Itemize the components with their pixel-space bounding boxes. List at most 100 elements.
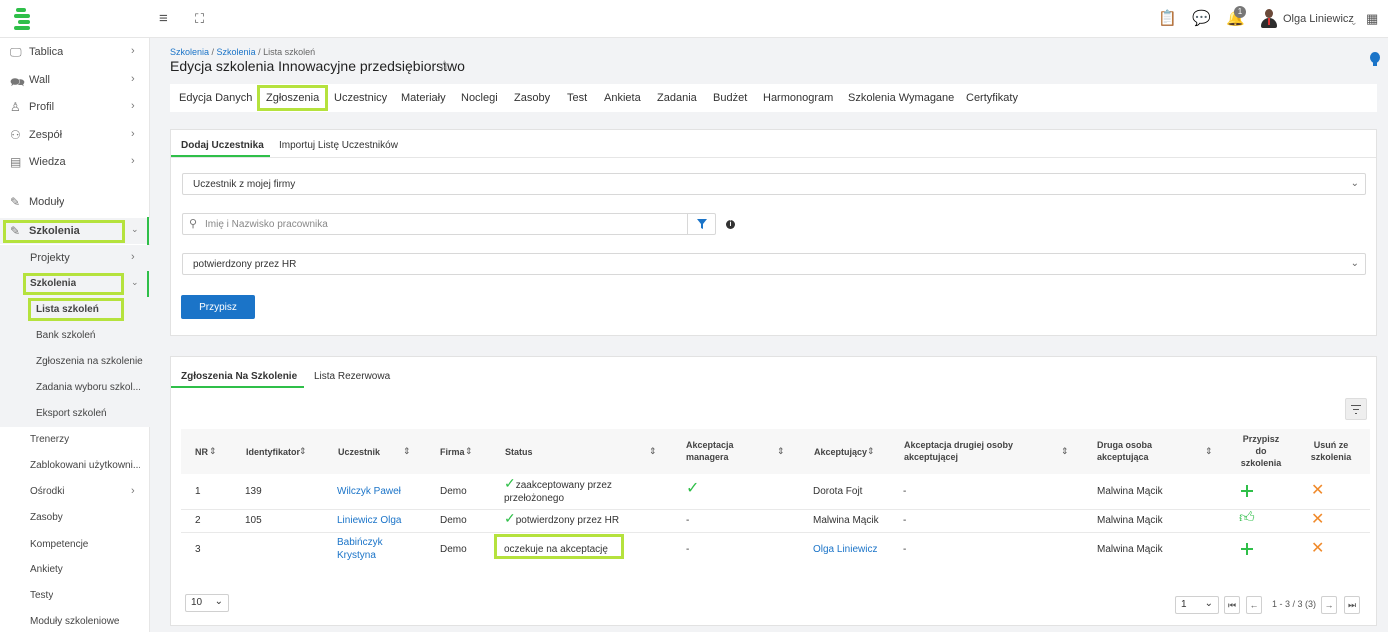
info-icon[interactable]: i <box>726 220 735 229</box>
employee-search[interactable]: ⚲ <box>182 213 716 235</box>
sidebar-item-zespol[interactable]: ⚇ Zespół › <box>0 122 150 148</box>
page-number-select[interactable]: 1 ⌄ <box>1175 596 1219 614</box>
col-akceptujacy[interactable]: Akceptujący <box>814 446 867 458</box>
tab-test[interactable]: Test <box>567 92 587 104</box>
sidebar-item-projekty[interactable]: Projekty › <box>0 245 150 271</box>
clipboard-icon[interactable]: 📋 <box>1158 10 1177 28</box>
page-size-select[interactable]: 10 ⌄ <box>185 594 229 612</box>
previous-page-icon[interactable]: ← <box>1246 596 1262 614</box>
sidebar-item-bank-szkolen[interactable]: Bank szkoleń <box>0 323 150 349</box>
app-logo-icon[interactable] <box>12 6 36 32</box>
tab-ankieta[interactable]: Ankieta <box>604 92 641 104</box>
tab-harmonogram[interactable]: Harmonogram <box>763 92 833 104</box>
tab-edycja-danych[interactable]: Edycja Danych <box>179 92 252 104</box>
sort-icon[interactable]: ⇕ <box>649 446 657 457</box>
sidebar-item-testy[interactable]: Testy <box>0 583 150 609</box>
tab-budzet[interactable]: Budżet <box>713 92 747 104</box>
thumbs-up-icon[interactable]: 👍︎ <box>1239 510 1255 525</box>
assign-button[interactable]: Przypisz <box>181 295 255 319</box>
col-nr[interactable]: NR <box>195 446 208 458</box>
next-page-icon[interactable]: → <box>1321 596 1337 614</box>
participant-link[interactable]: Wilczyk Paweł <box>337 485 401 498</box>
participant-source-select[interactable]: Uczestnik z mojej firmy ⌄ <box>182 173 1366 195</box>
sort-icon[interactable]: ⇕ <box>777 446 785 457</box>
tab-noclegi[interactable]: Noclegi <box>461 92 498 104</box>
breadcrumb-link[interactable]: Szkolenia <box>170 47 209 57</box>
sort-icon[interactable]: ⇕ <box>1205 446 1213 457</box>
close-icon[interactable]: ✕ <box>1311 483 1324 499</box>
tab-certyfikaty[interactable]: Certyfikaty <box>966 92 1018 104</box>
filter-button[interactable] <box>687 214 715 234</box>
first-page-icon[interactable]: ⏮ <box>1224 596 1240 614</box>
col-uczestnik[interactable]: Uczestnik <box>338 446 380 458</box>
acceptor-link[interactable]: Olga Liniewicz <box>813 543 877 556</box>
tab-zasoby[interactable]: Zasoby <box>514 92 550 104</box>
sidebar-item-trenerzy[interactable]: Trenerzy <box>0 427 150 453</box>
plus-icon[interactable] <box>1241 543 1253 555</box>
search-input[interactable] <box>205 217 685 231</box>
user-dropdown-icon[interactable]: ⌄ <box>1350 13 1358 31</box>
tab-zadania[interactable]: Zadania <box>657 92 697 104</box>
col-status[interactable]: Status <box>505 446 533 458</box>
avatar[interactable] <box>1260 9 1278 29</box>
fullscreen-icon[interactable]: ⛶ <box>195 10 204 28</box>
sidebar-item-zasoby[interactable]: Zasoby <box>0 505 150 531</box>
tab-materialy[interactable]: Materiały <box>401 92 446 104</box>
header-line: szkolenia <box>1310 452 1352 462</box>
sidebar-item-zablokowani[interactable]: Zablokowani użytkowni... <box>0 453 150 479</box>
sidebar-item-label: Wiedza <box>29 156 66 168</box>
tab-szkolenia-wymagane[interactable]: Szkolenia Wymagane <box>848 92 954 104</box>
sidebar-item-osrodki[interactable]: Ośrodki › <box>0 479 150 505</box>
hamburger-menu-icon[interactable]: ≡ <box>159 10 168 28</box>
sidebar-item-label: Projekty <box>30 252 70 264</box>
col-identyfikator[interactable]: Identyfikator <box>246 446 300 458</box>
status-select[interactable]: potwierdzony przez HR ⌄ <box>182 253 1366 275</box>
sidebar-item-profil[interactable]: ♙ Profil › <box>0 94 150 120</box>
sidebar-item-ankiety[interactable]: Ankiety <box>0 557 150 583</box>
sidebar-item-kompetencje[interactable]: Kompetencje <box>0 532 150 558</box>
star-icon[interactable]: ☆ <box>438 57 451 74</box>
subtab-zgloszenia-na-szkolenie[interactable]: Zgłoszenia Na Szkolenie <box>181 371 297 382</box>
sidebar-item-moduly-szkoleniowe[interactable]: Moduły szkoleniowe <box>0 609 150 632</box>
cell-nr: 1 <box>195 486 201 497</box>
table-row: 2 105 Liniewicz Olga Demo ✓potwierdzony … <box>181 510 1370 532</box>
sort-icon[interactable]: ⇕ <box>299 446 307 457</box>
col-firma[interactable]: Firma <box>440 446 465 458</box>
close-icon[interactable]: ✕ <box>1311 541 1324 557</box>
sidebar-item-zgloszenia[interactable]: Zgłoszenia na szkolenie <box>0 349 150 375</box>
sidebar-item-moduly[interactable]: ✎ Moduły <box>0 189 150 215</box>
tab-uczestnicy[interactable]: Uczestnicy <box>334 92 387 104</box>
page-number-value: 1 <box>1181 599 1187 610</box>
sort-icon[interactable]: ⇕ <box>209 446 217 457</box>
breadcrumb-separator: / <box>209 47 217 57</box>
sidebar: 🖵 Tablica › 🗪 Wall › ♙ Profil › ⚇ Zespół… <box>0 38 150 632</box>
sort-icon[interactable]: ⇕ <box>867 446 875 457</box>
col-druga-osoba[interactable]: Druga osoba akceptująca <box>1097 439 1152 463</box>
subtab-lista-rezerwowa[interactable]: Lista Rezerwowa <box>314 371 390 382</box>
col-akceptacja-drugiej-osoby[interactable]: Akceptacja drugiej osoby akceptującej <box>904 439 1013 463</box>
sort-icon[interactable]: ⇕ <box>403 446 411 457</box>
chat-icon[interactable]: 💬 <box>1192 10 1211 28</box>
close-icon[interactable]: ✕ <box>1311 512 1324 528</box>
column-filter-button[interactable] <box>1345 398 1367 420</box>
sidebar-item-wiedza[interactable]: ▤ Wiedza › <box>0 149 150 175</box>
subtab-importuj-liste[interactable]: Importuj Listę Uczestników <box>279 140 398 151</box>
sidebar-item-tablica[interactable]: 🖵 Tablica › <box>0 39 150 65</box>
cell-second-accept: - <box>903 544 907 555</box>
sidebar-item-zadania-wyboru[interactable]: Zadania wyboru szkol... <box>0 375 150 401</box>
cell-second-accept: - <box>903 515 907 526</box>
sidebar-item-wall[interactable]: 🗪 Wall › <box>0 67 150 93</box>
last-page-icon[interactable]: ⏭ <box>1344 596 1360 614</box>
sort-icon[interactable]: ⇕ <box>1061 446 1069 457</box>
breadcrumb-link[interactable]: Szkolenia <box>217 47 256 57</box>
lightbulb-icon[interactable] <box>1370 52 1380 68</box>
sort-icon[interactable]: ⇕ <box>465 446 473 457</box>
participant-link[interactable]: Babińczyk Krystyna <box>337 536 383 562</box>
sidebar-item-eksport[interactable]: Eksport szkoleń <box>0 401 150 427</box>
subtab-dodaj-uczestnika[interactable]: Dodaj Uczestnika <box>181 140 264 151</box>
user-name[interactable]: Olga Liniewicz <box>1283 13 1354 25</box>
apps-grid-icon[interactable]: ▦ <box>1366 10 1378 28</box>
participant-link[interactable]: Liniewicz Olga <box>337 514 401 527</box>
plus-icon[interactable] <box>1241 485 1253 497</box>
col-akceptacja-managera[interactable]: Akceptacja managera <box>686 439 734 463</box>
